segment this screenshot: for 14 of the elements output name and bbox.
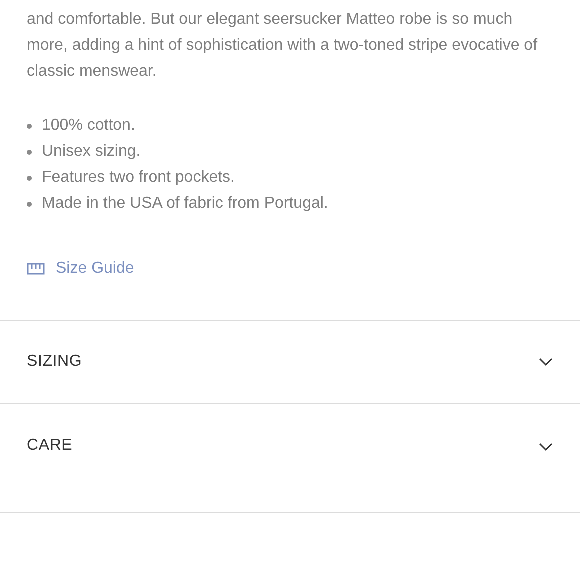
ruler-icon xyxy=(27,263,45,275)
accordion-header[interactable]: CARE xyxy=(0,403,580,513)
bullet-icon xyxy=(27,202,32,206)
chevron-icon xyxy=(539,443,553,452)
feature-item: Made in the USA of fabric from Portugal. xyxy=(42,194,328,214)
description-text: and comfortable. But our elegant seersucker Matteo robe is so much more, adding a hint of sophistication with a two-toned stripe evocative of classic menswear. xyxy=(27,10,539,82)
bullet-icon xyxy=(27,176,32,180)
feature-item: 100% cotton. xyxy=(42,116,136,136)
bullet-icon xyxy=(27,124,32,128)
accordion-header[interactable]: SIZING xyxy=(0,320,580,403)
feature-item: Features two front pockets. xyxy=(42,168,235,188)
bullet-icon xyxy=(27,150,32,154)
chevron-icon xyxy=(539,358,553,366)
feature-item: Unisex sizing. xyxy=(42,142,141,162)
